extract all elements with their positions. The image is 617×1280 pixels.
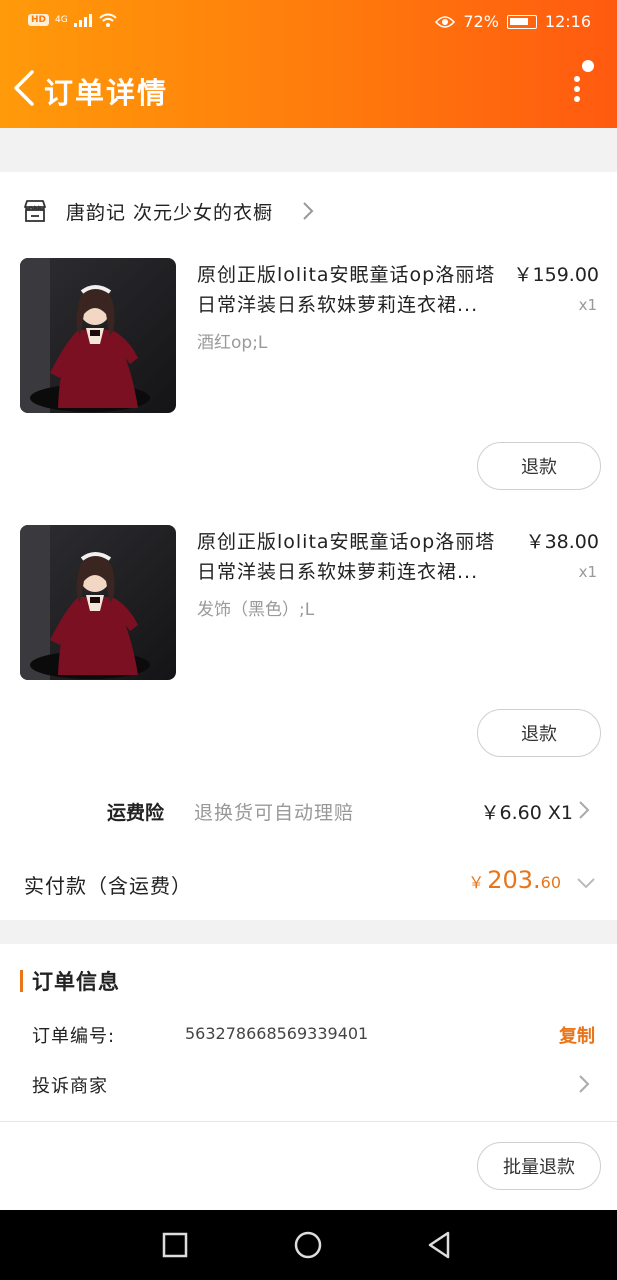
page-title: 订单详情 [44, 76, 169, 110]
eye-icon [435, 15, 456, 28]
chevron-right-icon [303, 202, 314, 220]
total-label: 实付款（含运费） [24, 874, 192, 898]
store-icon [24, 200, 46, 222]
product-quantity: x1 [578, 563, 597, 581]
product-quantity: x1 [578, 296, 597, 314]
product-spec: 发饰（黑色）;L [197, 600, 315, 620]
shipping-insurance-row[interactable]: 运费险 退换货可自动理赔 ￥6.60 X1 [0, 794, 617, 830]
product-price: ￥159.00 [513, 264, 599, 286]
order-number: 563278668569339401 [185, 1024, 369, 1043]
recent-apps-icon[interactable] [160, 1230, 190, 1260]
divider [0, 1121, 617, 1122]
copy-button[interactable]: 复制 [559, 1022, 595, 1048]
complain-merchant-link[interactable]: 投诉商家 [32, 1072, 108, 1098]
currency-symbol: ￥ [468, 873, 485, 892]
back-nav-icon[interactable] [424, 1230, 454, 1260]
batch-refund-button[interactable]: 批量退款 [477, 1142, 601, 1190]
shop-name: 唐韵记 次元少女的衣橱 [66, 201, 274, 224]
chevron-right-icon[interactable] [578, 1074, 590, 1094]
more-options-icon[interactable] [568, 70, 586, 106]
hd-badge: HD [28, 14, 50, 26]
order-card: 唐韵记 次元少女的衣橱 原创正版lolita安眠童话op洛丽塔日常洋装日系软妹萝… [0, 172, 617, 920]
order-number-label: 订单编号: [32, 1026, 116, 1047]
chevron-right-icon [579, 801, 590, 819]
back-arrow-icon[interactable] [10, 66, 40, 110]
product-title[interactable]: 原创正版lolita安眠童话op洛丽塔日常洋装日系软妹萝莉连衣裙... [197, 527, 515, 587]
total-amount: ￥ 203. 60 [468, 866, 561, 894]
refund-button[interactable]: 退款 [477, 709, 601, 757]
shop-link[interactable]: 唐韵记 次元少女的衣橱 [22, 196, 315, 226]
refund-button[interactable]: 退款 [477, 442, 601, 490]
insurance-label: 运费险 [107, 802, 165, 824]
chevron-down-icon[interactable] [576, 876, 596, 890]
order-info-title: 订单信息 [32, 970, 120, 994]
total-integer: 203. [487, 866, 541, 894]
notification-dot [582, 60, 594, 72]
wifi-icon [98, 13, 117, 27]
status-bar: HD 4G 72% 12:16 [0, 0, 617, 44]
product-image[interactable] [20, 525, 176, 680]
total-paid-row[interactable]: 实付款（含运费） ￥ 203. 60 [0, 866, 617, 906]
total-decimal: 60 [540, 873, 561, 892]
product-spec: 酒红op;L [197, 333, 268, 353]
signal-icon [73, 14, 92, 27]
system-nav-bar [0, 1210, 617, 1280]
home-icon[interactable] [293, 1230, 323, 1260]
battery-percent: 72% [463, 12, 499, 31]
product-image[interactable] [20, 258, 176, 413]
section-accent-bar [20, 970, 23, 992]
clock: 12:16 [544, 12, 591, 31]
product-item: 原创正版lolita安眠童话op洛丽塔日常洋装日系软妹萝莉连衣裙... ￥38.… [0, 525, 617, 775]
product-title[interactable]: 原创正版lolita安眠童话op洛丽塔日常洋装日系软妹萝莉连衣裙... [197, 260, 515, 320]
order-info-card: 订单信息 订单编号: 563278668569339401 复制 投诉商家 批量… [0, 944, 617, 1210]
product-item: 原创正版lolita安眠童话op洛丽塔日常洋装日系软妹萝莉连衣裙... ￥159… [0, 258, 617, 508]
network-label: 4G [55, 15, 68, 25]
app-header: HD 4G 72% 12:16 订单详情 [0, 0, 617, 128]
insurance-price: ￥6.60 X1 [480, 802, 573, 824]
insurance-desc: 退换货可自动理赔 [194, 802, 355, 824]
product-price: ￥38.00 [525, 531, 599, 553]
nav-bar: 订单详情 [0, 56, 617, 120]
battery-icon [506, 14, 537, 29]
